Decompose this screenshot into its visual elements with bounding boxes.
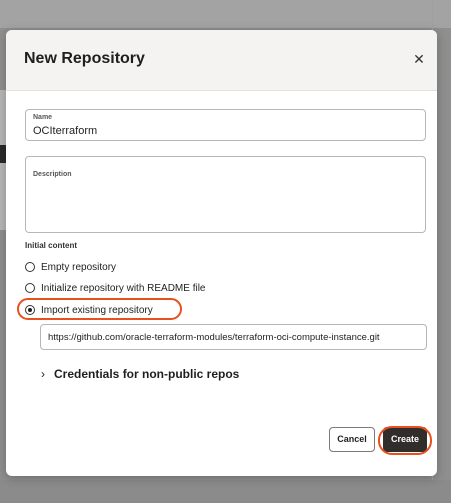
radio-initialize-readme[interactable]: Initialize repository with README file [25,281,206,295]
initial-content-label: Initial content [25,241,77,250]
dialog-title: New Repository [24,50,145,67]
radio-button-checked-icon[interactable] [25,305,35,315]
description-field[interactable]: Description [25,156,426,233]
name-field[interactable]: Name OCIterraform [25,109,426,141]
description-field-label: Description [33,171,72,178]
background-footer [0,480,451,503]
credentials-toggle[interactable]: › Credentials for non-public repos [41,367,239,381]
credentials-label: Credentials for non-public repos [54,367,240,381]
background-header [0,0,451,28]
import-url-input[interactable]: https://github.com/oracle-terraform-modu… [40,324,427,350]
cancel-button[interactable]: Cancel [329,427,375,452]
new-repository-dialog: New Repository ✕ Name OCIterraform Descr… [6,30,437,476]
radio-label: Initialize repository with README file [41,282,206,294]
radio-label: Empty repository [41,261,117,273]
radio-empty-repository[interactable]: Empty repository [25,260,116,274]
radio-label: Import existing repository [41,304,153,316]
close-icon[interactable]: ✕ [410,50,428,68]
radio-button-icon[interactable] [25,262,35,272]
chevron-right-icon[interactable]: › [41,367,45,381]
dialog-header: New Repository ✕ [6,30,437,91]
create-button-highlight [378,426,432,455]
name-field-label: Name [33,114,53,121]
import-url-value: https://github.com/oracle-terraform-modu… [48,332,380,343]
name-field-value: OCIterraform [33,125,98,137]
radio-button-icon[interactable] [25,283,35,293]
radio-import-existing[interactable]: Import existing repository [25,303,153,317]
